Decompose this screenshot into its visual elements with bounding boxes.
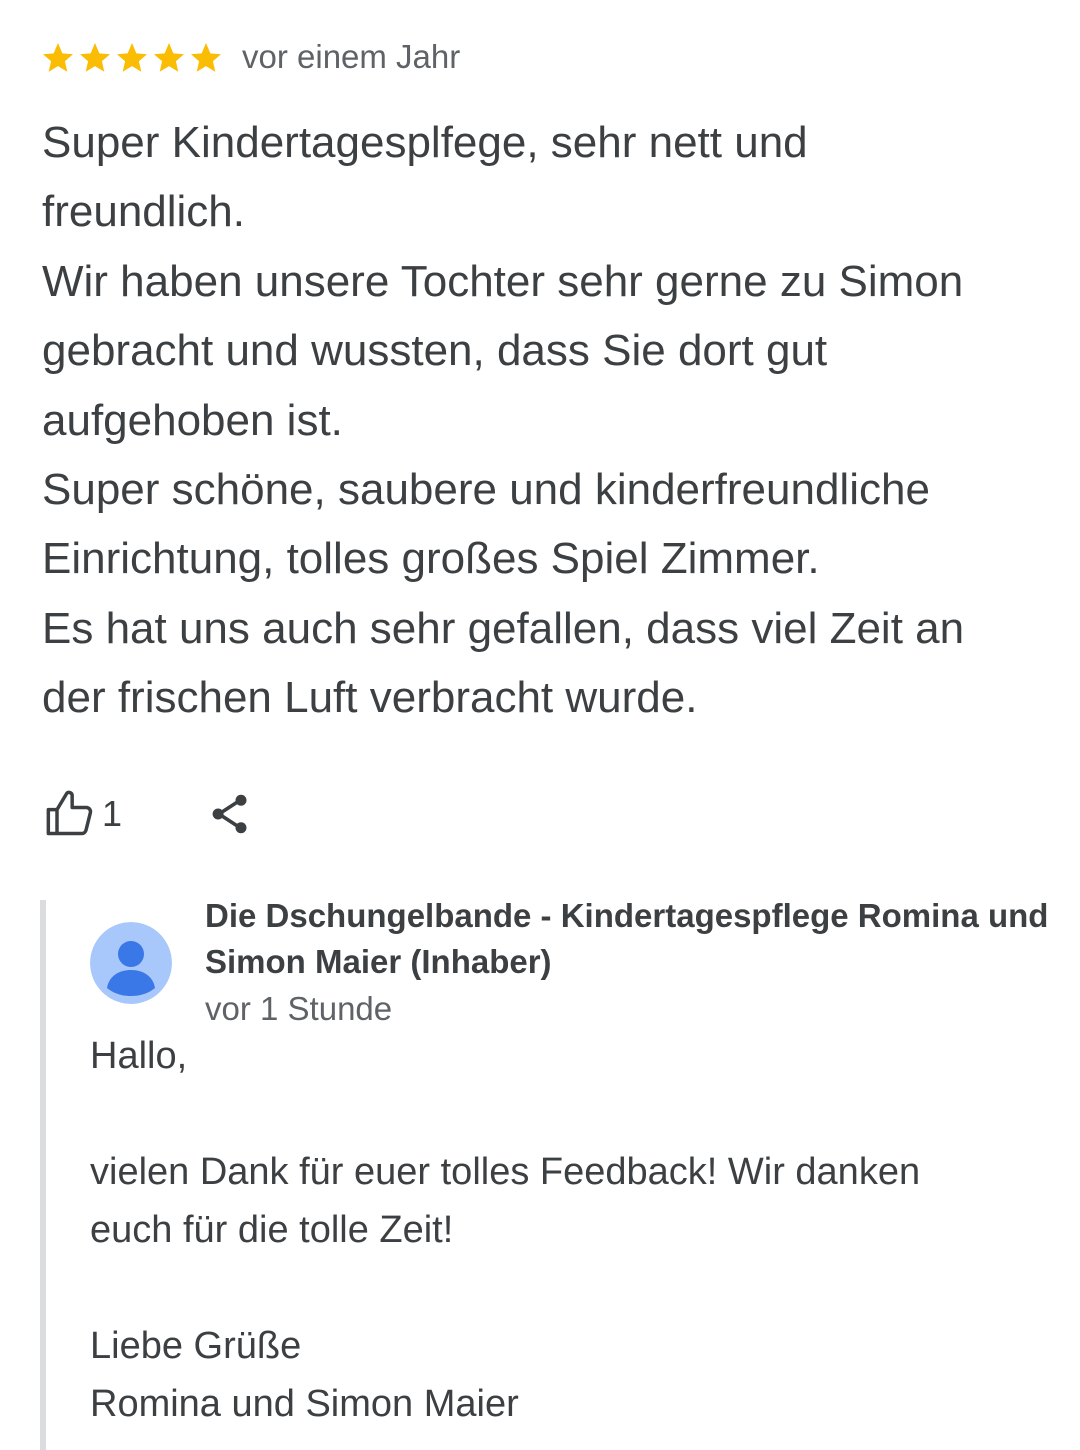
like-button[interactable]: 1 — [44, 788, 122, 840]
review-actions: 1 — [44, 788, 252, 840]
thumb-up-icon — [46, 790, 93, 836]
share-button[interactable] — [208, 790, 252, 838]
like-count: 1 — [102, 793, 123, 834]
reply-text: Hallo, vielen Dank für euer tolles Feedb… — [90, 1027, 1040, 1433]
review-line: aufgehoben ist. — [42, 395, 343, 445]
star-icon — [154, 43, 184, 72]
review-line: gebracht und wussten, dass Sie dort gut — [42, 326, 828, 376]
star-rating — [40, 40, 224, 76]
star-icon — [80, 43, 110, 72]
review-time: vor einem Jahr — [242, 38, 461, 75]
reply-line: Romina und Simon Maier — [90, 1383, 519, 1425]
share-icon — [212, 794, 247, 834]
review-line: Wir haben unsere Tochter sehr gerne zu S… — [42, 256, 964, 306]
reply-line: Hallo, — [90, 1035, 188, 1077]
reply-line: Liebe Grüße — [90, 1325, 302, 1367]
review-line: Super Kindertagesplfege, sehr nett und — [42, 118, 808, 167]
review-line: der frischen Luft verbracht wurde. — [42, 673, 698, 723]
owner-avatar — [90, 922, 172, 1004]
star-icon — [191, 43, 221, 72]
person-icon — [90, 922, 172, 1004]
owner-name: Die Dschungelbande - Kindertagespflege R… — [205, 893, 1055, 985]
review-text: Super Kindertagesplfege, sehr nett und f… — [42, 108, 1042, 733]
reply-line — [90, 1085, 1040, 1143]
review-line: freundlich. — [42, 187, 246, 237]
owner-name-line: Simon Maier (Inhaber) — [205, 943, 552, 980]
owner-name-line: Die Dschungelbande - Kindertagespflege R… — [205, 897, 1049, 934]
review-line: Einrichtung, tolles großes Spiel Zimmer. — [42, 534, 820, 584]
reply-divider — [40, 900, 46, 1450]
reply-line: euch für die tolle Zeit! — [90, 1209, 454, 1251]
review-line: Super schöne, saubere und kinderfreundli… — [42, 465, 930, 515]
star-icon — [43, 43, 73, 72]
reply-line: vielen Dank für euer tolles Feedback! Wi… — [90, 1151, 921, 1193]
reply-time: vor 1 Stunde — [205, 990, 393, 1027]
star-icon — [117, 43, 147, 72]
reply-line — [90, 1259, 1040, 1317]
review-line: Es hat uns auch sehr gefallen, dass viel… — [42, 603, 965, 653]
